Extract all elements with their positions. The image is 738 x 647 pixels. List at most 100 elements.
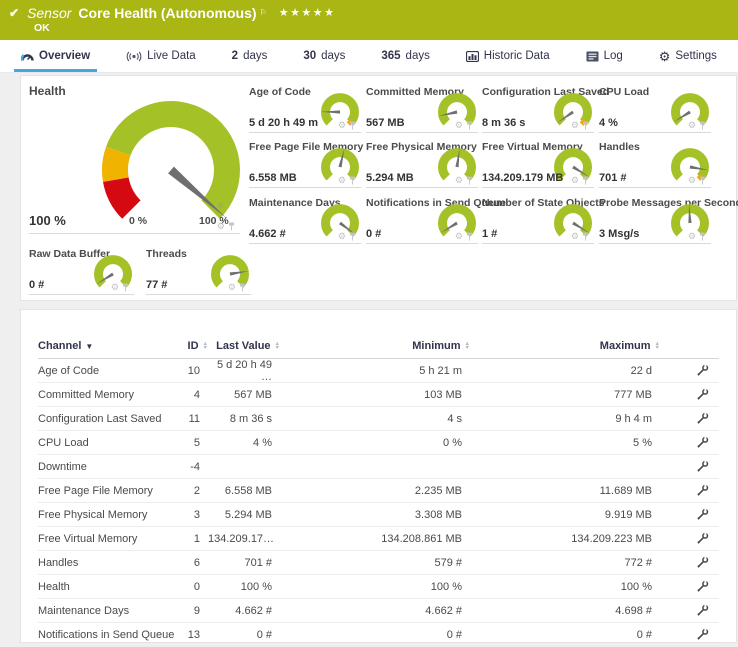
gear-icon[interactable]: ⚙: [688, 232, 696, 241]
gauge-tile[interactable]: Raw Data Buffer0 #⚙: [29, 248, 134, 295]
pin-icon[interactable]: [239, 283, 246, 292]
sort-icon: ▲▼: [655, 342, 660, 351]
table-row[interactable]: Committed Memory4567 MB103 MB777 MB: [38, 383, 719, 407]
cell-max: 777 MB: [470, 389, 660, 401]
gear-icon[interactable]: ⚙: [338, 232, 346, 241]
table-row[interactable]: Downtime-4: [38, 455, 719, 479]
gear-icon[interactable]: ⚙: [111, 283, 119, 292]
gauge-tile[interactable]: Number of State Objects1 #⚙: [482, 197, 594, 244]
channel-settings-icon[interactable]: [696, 532, 709, 545]
pin-icon[interactable]: [699, 232, 706, 241]
tab-2-days[interactable]: 2days: [225, 40, 275, 72]
channel-settings-icon[interactable]: [696, 556, 709, 569]
gauge-tile[interactable]: Threads77 #⚙: [146, 248, 251, 295]
gauge-tile[interactable]: Committed Memory567 MB⚙: [366, 86, 478, 133]
pin-icon[interactable]: [699, 121, 706, 130]
gear-icon[interactable]: ⚙: [455, 121, 463, 130]
channel-table: Channel▼ID▲▼Last Value▲▼Minimum▲▼Maximum…: [38, 334, 719, 647]
tab-bar: Overview Live Data 2days 30days 365days Histo…: [0, 40, 738, 73]
pin-icon[interactable]: [582, 121, 589, 130]
gauge-tile[interactable]: Free Page File Memory6.558 MB⚙: [249, 141, 361, 188]
table-row[interactable]: Free Page File Memory26.558 MB2.235 MB11…: [38, 479, 719, 503]
column-header-maximum[interactable]: Maximum▲▼: [470, 340, 660, 352]
table-row[interactable]: Maintenance Days94.662 #4.662 #4.698 #: [38, 599, 719, 623]
column-header-label: ID: [188, 340, 199, 352]
column-header-last-value[interactable]: Last Value▲▼: [208, 340, 280, 352]
gear-icon[interactable]: ⚙: [455, 176, 463, 185]
channel-settings-icon[interactable]: [696, 580, 709, 593]
channel-settings-icon[interactable]: [696, 460, 709, 473]
tab-log[interactable]: Log: [579, 40, 630, 72]
table-row[interactable]: Notifications in Send Queue130 #0 #0 #: [38, 623, 719, 647]
tab-overview[interactable]: Overview: [14, 40, 97, 72]
column-header-minimum[interactable]: Minimum▲▼: [280, 340, 470, 352]
gauge-tile[interactable]: Free Physical Memory5.294 MB⚙: [366, 141, 478, 188]
table-row[interactable]: Free Virtual Memory1134.209.17…134.208.8…: [38, 527, 719, 551]
priority-stars[interactable]: ★★★★★: [279, 5, 336, 21]
gear-icon[interactable]: ⚙: [571, 121, 579, 130]
gauge-tile[interactable]: Free Virtual Memory134.209.179 MB⚙: [482, 141, 594, 188]
cell-min: 2.235 MB: [280, 485, 470, 497]
gauge-value: 3 Msg/s: [599, 228, 639, 240]
channel-settings-icon[interactable]: [696, 364, 709, 377]
gear-icon[interactable]: ⚙: [338, 121, 346, 130]
cell-id: 11: [178, 413, 208, 425]
gauge-tile[interactable]: CPU Load4 %⚙: [599, 86, 711, 133]
pin-icon[interactable]: [582, 176, 589, 185]
channel-settings-icon[interactable]: [696, 508, 709, 521]
gauge-value: 77 #: [146, 279, 167, 291]
pin-icon[interactable]: [349, 121, 356, 130]
pin-icon[interactable]: [582, 232, 589, 241]
health-gauge-tile[interactable]: Health 0 % 100 % R 100 % ⚙: [29, 84, 240, 234]
gauge-tile[interactable]: Age of Code5 d 20 h 49 m⚙: [249, 86, 361, 133]
tile-actions: ⚙: [688, 232, 706, 241]
pin-icon[interactable]: [466, 121, 473, 130]
gear-icon[interactable]: ⚙: [571, 176, 579, 185]
cell-lv: 134.209.17…: [208, 533, 280, 545]
channel-settings-icon[interactable]: [696, 484, 709, 497]
table-row[interactable]: Configuration Last Saved118 m 36 s4 s9 h…: [38, 407, 719, 431]
gear-icon[interactable]: ⚙: [571, 232, 579, 241]
pin-icon[interactable]: [349, 176, 356, 185]
gauge-tile[interactable]: Handles701 #⚙: [599, 141, 711, 188]
channel-settings-icon[interactable]: [696, 388, 709, 401]
gauge-tile[interactable]: Maintenance Days4.662 #⚙: [249, 197, 361, 244]
channel-settings-icon[interactable]: [696, 628, 709, 641]
pin-icon[interactable]: [349, 232, 356, 241]
pin-icon[interactable]: [122, 283, 129, 292]
channel-settings-icon[interactable]: [696, 604, 709, 617]
gear-icon[interactable]: ⚙: [688, 176, 696, 185]
gear-icon[interactable]: ⚙: [217, 222, 225, 231]
cell-id: 10: [178, 365, 208, 377]
gauge-tile[interactable]: Probe Messages per Second3 Msg/s⚙: [599, 197, 711, 244]
gauge-value: 701 #: [599, 172, 627, 184]
table-row[interactable]: Handles6701 #579 #772 #: [38, 551, 719, 575]
pin-icon[interactable]: [466, 232, 473, 241]
tile-actions: ⚙: [455, 121, 473, 130]
pin-icon[interactable]: [466, 176, 473, 185]
tab-settings[interactable]: ⚙Settings: [652, 40, 724, 72]
cell-lv: 5 d 20 h 49 …: [208, 359, 280, 383]
table-row[interactable]: Age of Code105 d 20 h 49 …5 h 21 m22 d: [38, 359, 719, 383]
column-header-id[interactable]: ID▲▼: [178, 340, 208, 352]
pin-icon[interactable]: [228, 222, 235, 231]
tab-live-data[interactable]: Live Data: [119, 40, 203, 72]
channel-settings-icon[interactable]: [696, 412, 709, 425]
gear-icon[interactable]: ⚙: [228, 283, 236, 292]
tab-365-days[interactable]: 365days: [374, 40, 436, 72]
flag-icon[interactable]: ⚐: [260, 5, 267, 21]
table-row[interactable]: CPU Load54 %0 %5 %: [38, 431, 719, 455]
column-header-channel[interactable]: Channel▼: [38, 340, 178, 352]
tab-30-days[interactable]: 30days: [296, 40, 352, 72]
gauge-tile[interactable]: Configuration Last Saved8 m 36 s⚙: [482, 86, 594, 133]
gear-icon[interactable]: ⚙: [688, 121, 696, 130]
gear-icon[interactable]: ⚙: [338, 176, 346, 185]
channel-settings-icon[interactable]: [696, 436, 709, 449]
table-row[interactable]: Health0100 %100 %100 %: [38, 575, 719, 599]
gear-icon[interactable]: ⚙: [455, 232, 463, 241]
gauge-tile[interactable]: Notifications in Send Queue0 #⚙: [366, 197, 478, 244]
tab-historic-data[interactable]: Historic Data: [459, 40, 557, 72]
pin-icon[interactable]: [699, 176, 706, 185]
table-row[interactable]: Free Physical Memory35.294 MB3.308 MB9.9…: [38, 503, 719, 527]
cell-min: 4.662 #: [280, 605, 470, 617]
